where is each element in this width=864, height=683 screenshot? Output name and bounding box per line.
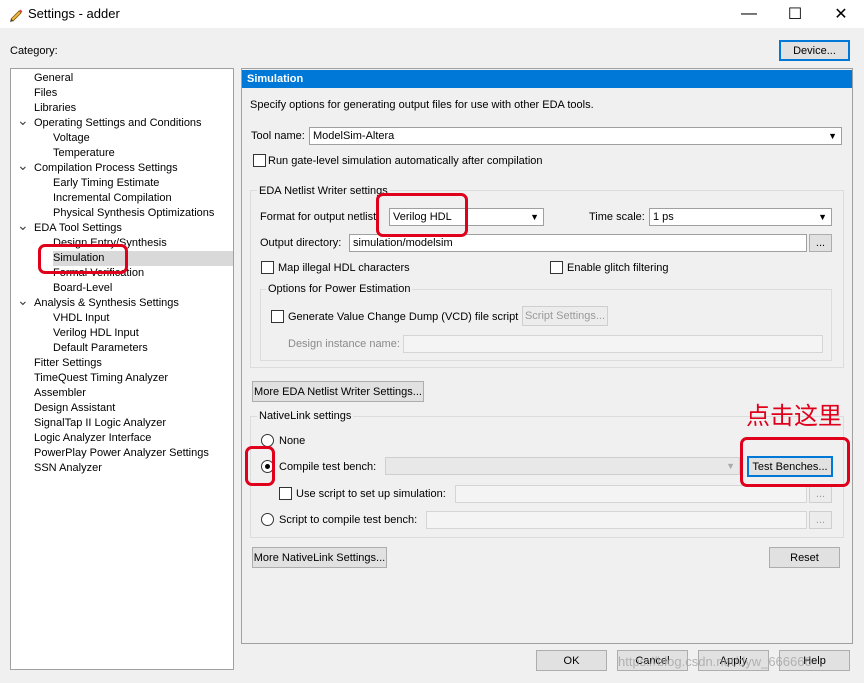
annotation-highlight-compile-radio [245, 446, 275, 486]
annotation-highlight-test-benches [740, 437, 850, 487]
script-compile-browse-button[interactable]: ... [809, 511, 832, 529]
tool-name-dropdown[interactable]: ModelSim-Altera ▼ [309, 127, 842, 145]
time-scale-label: Time scale: [589, 211, 645, 223]
tree-item[interactable]: Operating Settings and Conditions [34, 116, 202, 131]
tree-item[interactable]: Assembler [34, 386, 86, 401]
use-script-checkbox[interactable] [279, 487, 292, 500]
run-gate-level-checkbox[interactable] [253, 154, 266, 167]
tree-item[interactable]: Temperature [53, 146, 115, 161]
tree-item[interactable]: Early Timing Estimate [53, 176, 159, 191]
nativelink-group-title: NativeLink settings [257, 410, 354, 422]
tree-item[interactable]: Board-Level [53, 281, 112, 296]
watermark: https://blog.csdn.net/dyw_666666 [618, 654, 812, 669]
chevron-down-icon: ▼ [818, 212, 827, 222]
enable-glitch-checkbox[interactable] [550, 261, 563, 274]
use-script-label: Use script to set up simulation: [296, 488, 446, 500]
tree-item[interactable]: General [34, 71, 73, 86]
chevron-down-icon: ▼ [828, 131, 837, 141]
use-script-input[interactable] [455, 485, 807, 503]
annotation-highlight-simulation [38, 244, 128, 274]
tree-item[interactable]: Incremental Compilation [53, 191, 172, 206]
tree-item[interactable]: Logic Analyzer Interface [34, 431, 151, 446]
time-scale-dropdown[interactable]: 1 ps ▼ [649, 208, 832, 226]
generate-vcd-label: Generate Value Change Dump (VCD) file sc… [288, 311, 519, 323]
tree-item[interactable]: Default Parameters [53, 341, 148, 356]
expand-chevron-icon[interactable]: ⌄ [17, 158, 29, 176]
device-button[interactable]: Device... [779, 40, 850, 61]
map-illegal-label: Map illegal HDL characters [278, 262, 410, 274]
maximize-button[interactable]: ☐ [772, 0, 818, 28]
tree-item[interactable]: Voltage [53, 131, 90, 146]
compile-test-bench-dropdown[interactable]: ▼ [385, 457, 740, 475]
tree-item[interactable]: Fitter Settings [34, 356, 102, 371]
tool-name-value: ModelSim-Altera [313, 130, 395, 142]
pencil-icon [10, 9, 23, 22]
output-dir-browse-button[interactable]: ... [809, 234, 832, 252]
panel-description: Specify options for generating output fi… [250, 99, 594, 111]
tree-item[interactable]: PowerPlay Power Analyzer Settings [34, 446, 209, 461]
ok-button[interactable]: OK [536, 650, 607, 671]
tree-item[interactable]: Analysis & Synthesis Settings [34, 296, 179, 311]
annotation-highlight-format [376, 193, 468, 237]
tree-item[interactable]: Compilation Process Settings [34, 161, 178, 176]
category-tree[interactable]: General Files Libraries ⌄ Operating Settings… [10, 68, 234, 670]
chevron-down-icon: ▼ [530, 212, 539, 222]
none-label: None [279, 435, 306, 447]
chevron-down-icon: ▼ [726, 461, 735, 471]
run-gate-level-label: Run gate-level simulation automatically … [268, 155, 543, 167]
tool-name-label: Tool name: [251, 130, 305, 142]
close-button[interactable]: ✕ [818, 0, 864, 28]
tree-item[interactable]: Verilog HDL Input [53, 326, 139, 341]
enable-glitch-label: Enable glitch filtering [567, 262, 669, 274]
generate-vcd-checkbox[interactable] [271, 310, 284, 323]
reset-button[interactable]: Reset [769, 547, 840, 568]
output-dir-label: Output directory: [260, 237, 342, 249]
title-bar: Settings - adder — ☐ ✕ [0, 0, 864, 28]
tree-item[interactable]: EDA Tool Settings [34, 221, 122, 236]
window-title: Settings - adder [28, 6, 120, 21]
design-instance-input[interactable] [403, 335, 823, 353]
tree-item[interactable]: Design Assistant [34, 401, 115, 416]
time-scale-value: 1 ps [653, 211, 674, 223]
expand-chevron-icon[interactable]: ⌄ [17, 293, 29, 311]
tree-item[interactable]: VHDL Input [53, 311, 109, 326]
script-compile-label: Script to compile test bench: [279, 514, 418, 526]
panel-title: Simulation [242, 70, 852, 88]
tree-item[interactable]: SSN Analyzer [34, 461, 102, 476]
design-instance-label: Design instance name: [288, 338, 400, 350]
script-settings-button[interactable]: Script Settings... [522, 306, 608, 326]
tree-item[interactable]: Files [34, 86, 57, 101]
category-label: Category: [10, 45, 58, 57]
more-nativelink-settings-button[interactable]: More NativeLink Settings... [252, 547, 387, 568]
annotation-text: 点击这里 [746, 403, 842, 430]
more-netlist-settings-button[interactable]: More EDA Netlist Writer Settings... [252, 381, 424, 402]
tree-item[interactable]: Libraries [34, 101, 76, 116]
power-group-title: Options for Power Estimation [266, 283, 413, 295]
tree-item[interactable]: SignalTap II Logic Analyzer [34, 416, 166, 431]
expand-chevron-icon[interactable]: ⌄ [17, 113, 29, 131]
tree-item[interactable]: TimeQuest Timing Analyzer [34, 371, 168, 386]
use-script-browse-button[interactable]: ... [809, 485, 832, 503]
map-illegal-checkbox[interactable] [261, 261, 274, 274]
format-label: Format for output netlist: [260, 211, 380, 223]
script-compile-radio[interactable] [261, 513, 274, 526]
netlist-group-title: EDA Netlist Writer settings [257, 185, 390, 197]
script-compile-input[interactable] [426, 511, 807, 529]
compile-test-bench-label: Compile test bench: [279, 461, 377, 473]
expand-chevron-icon[interactable]: ⌄ [17, 218, 29, 236]
tree-item[interactable]: Physical Synthesis Optimizations [53, 206, 214, 221]
minimize-button[interactable]: — [726, 0, 772, 28]
